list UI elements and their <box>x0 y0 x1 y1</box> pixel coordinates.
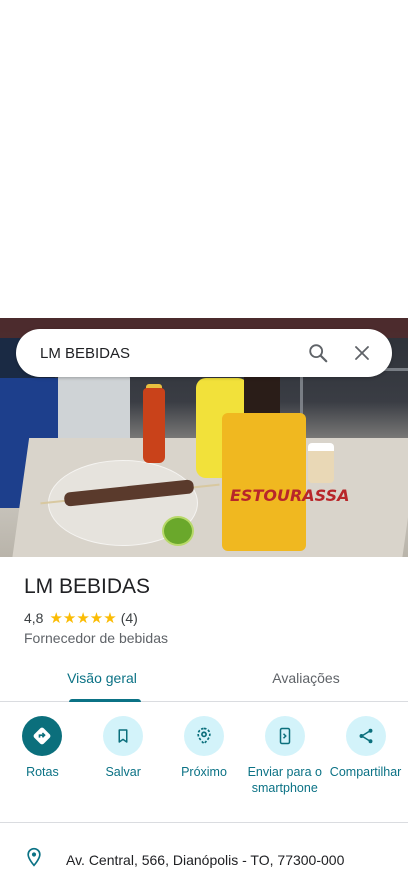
directions-icon <box>22 716 63 756</box>
send-to-phone-button[interactable]: Enviar para o smartphone <box>246 716 324 816</box>
nearby-label: Próximo <box>181 765 227 779</box>
action-buttons: Rotas Salvar Próximo Enviar para o smart… <box>0 716 408 816</box>
location-pin-icon <box>24 846 44 873</box>
section-divider <box>0 822 408 823</box>
search-input[interactable]: LM BEBIDAS <box>40 345 292 362</box>
rating-stars: ★★★★★ <box>49 609 117 627</box>
tab-reviews[interactable]: Avaliações <box>204 664 408 701</box>
share-icon <box>345 716 386 756</box>
photo-cooler-label: ESTOURASSA <box>230 486 350 505</box>
address-text: Av. Central, 566, Dianópolis - TO, 77300… <box>66 851 345 868</box>
rating-row[interactable]: 4,8 ★★★★★ (4) <box>24 609 138 627</box>
save-button[interactable]: Salvar <box>84 716 162 816</box>
send-to-phone-icon <box>264 716 305 756</box>
place-title: LM BEBIDAS <box>24 575 151 598</box>
review-count[interactable]: (4) <box>121 610 138 626</box>
photo-fridge <box>58 376 130 446</box>
search-icon[interactable] <box>300 335 336 371</box>
save-label: Salvar <box>105 765 141 779</box>
close-icon[interactable] <box>344 335 380 371</box>
address-row[interactable]: Av. Central, 566, Dianópolis - TO, 77300… <box>24 846 344 873</box>
search-bar[interactable]: LM BEBIDAS <box>16 329 392 377</box>
directions-button[interactable]: Rotas <box>3 716 81 816</box>
photo-lime <box>162 516 194 546</box>
directions-label: Rotas <box>26 765 59 779</box>
photo-sauce-bottle <box>143 388 165 463</box>
rating-value: 4,8 <box>24 610 44 626</box>
tab-overview[interactable]: Visão geral <box>0 664 204 702</box>
send-to-phone-label: Enviar para o smartphone <box>247 765 322 795</box>
share-button[interactable]: Compartilhar <box>327 716 405 816</box>
share-label: Compartilhar <box>329 765 402 779</box>
photo-bottle-cooler <box>222 413 306 551</box>
place-category: Fornecedor de bebidas <box>24 630 168 646</box>
nearby-button[interactable]: Próximo <box>165 716 243 816</box>
nearby-icon <box>183 716 224 756</box>
maps-place-page: ESTOURASSA LM BEBIDAS LM BEBIDAS 4,8 ★★★… <box>0 0 408 874</box>
bookmark-icon <box>103 716 144 756</box>
photo-toothpick-holder <box>308 443 334 483</box>
place-tabs: Visão geral Avaliações <box>0 664 408 702</box>
